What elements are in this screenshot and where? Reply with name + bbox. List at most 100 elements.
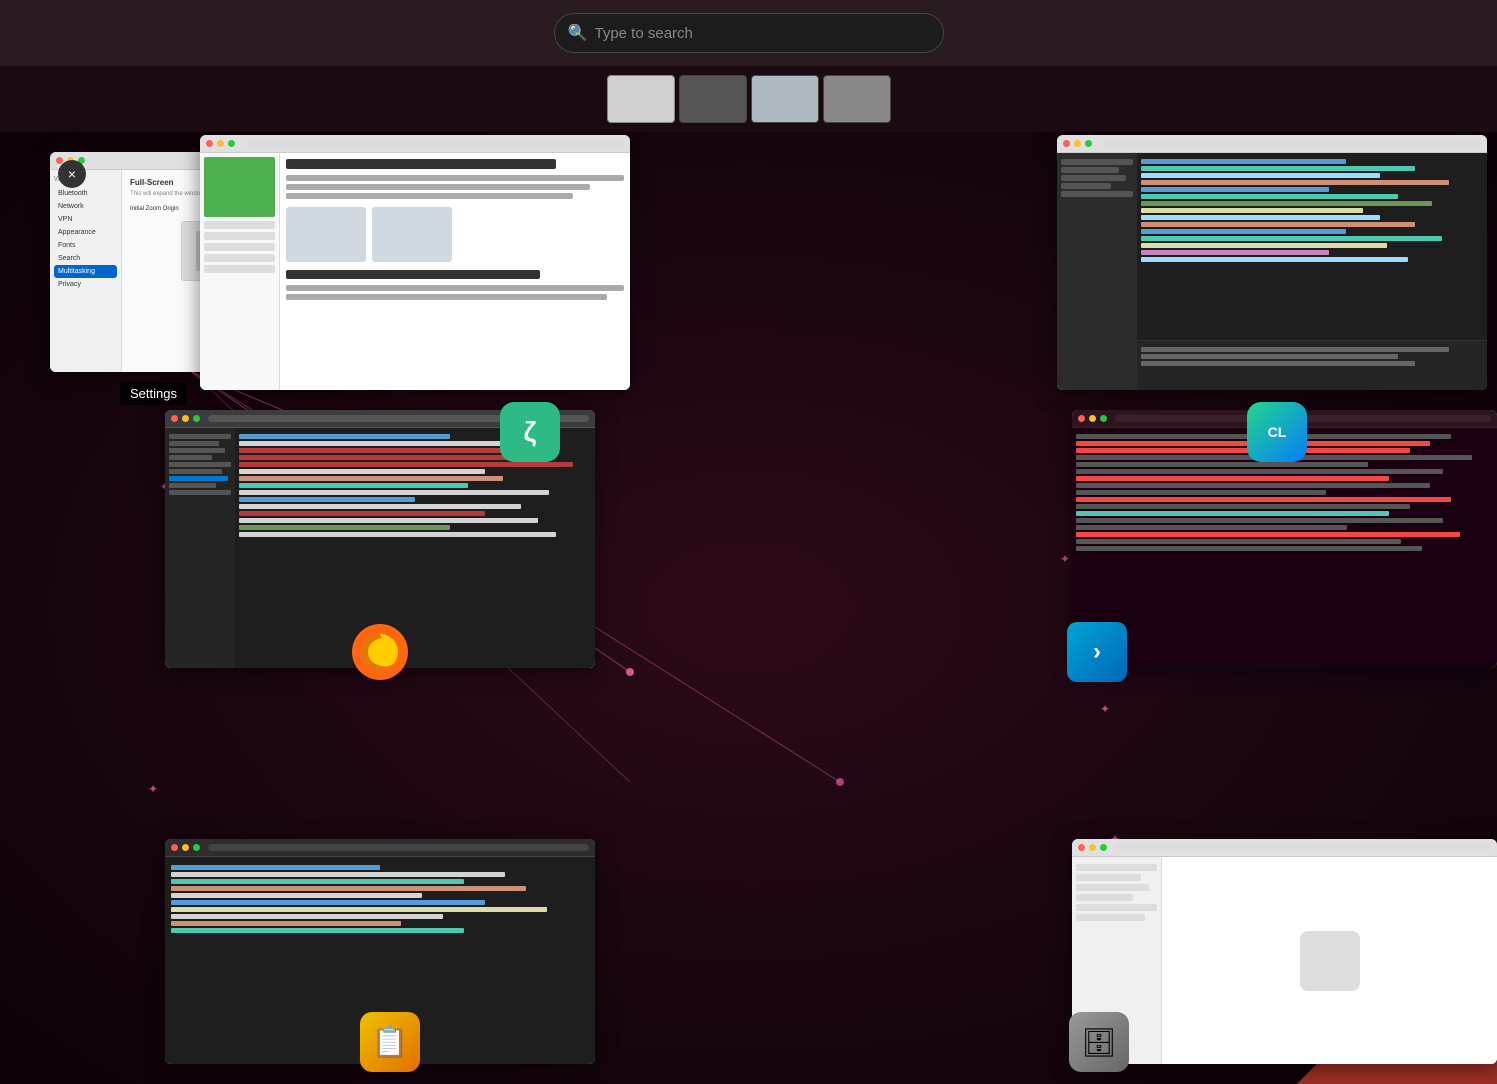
browser1-image-2 — [372, 207, 452, 262]
cbl-line-3 — [171, 879, 464, 884]
file-sidebar-item-3 — [1076, 884, 1149, 891]
notes-app-icon[interactable]: 📋 — [360, 1012, 420, 1072]
file-sidebar-item-6 — [1076, 914, 1145, 921]
code-editor-maximize-dot — [1085, 140, 1092, 147]
firefox-icon — [350, 622, 410, 682]
vscode-code-error-2 — [239, 455, 538, 460]
settings-item-search[interactable]: Search — [54, 252, 117, 265]
files-app-icon[interactable]: 🗄 — [1069, 1012, 1129, 1072]
vscode-code-1 — [239, 434, 450, 439]
browser-window-workspaces[interactable] — [200, 135, 630, 390]
settings-item-privacy[interactable]: Privacy — [54, 278, 117, 291]
cbl-line-1 — [171, 865, 380, 870]
cbl-line-8 — [171, 914, 443, 919]
term-line-7 — [1076, 504, 1410, 509]
settings-item-multitasking[interactable]: Multitasking — [54, 265, 117, 278]
workspace-thumb-2[interactable] — [679, 75, 747, 123]
browser1-content — [280, 153, 630, 390]
clion-icon-text: CL — [1268, 424, 1287, 440]
filetree-item-5 — [1061, 191, 1133, 197]
files-icon: 🗄 — [1081, 1026, 1117, 1059]
vscode-file-3 — [169, 448, 225, 453]
debug-line-2 — [1141, 354, 1398, 359]
vscode-code-5 — [239, 476, 503, 481]
file-manager-header — [1072, 839, 1497, 857]
browser1-content-line-2 — [286, 184, 590, 190]
settings-item-appearance[interactable]: Appearance — [54, 226, 117, 239]
debug-line-1 — [1141, 347, 1449, 352]
vscode-code-10 — [239, 511, 485, 516]
settings-item-bluetooth[interactable]: Bluetooth — [54, 187, 117, 200]
browser1-images-row — [286, 207, 624, 262]
file-minimize-dot — [1089, 844, 1096, 851]
terminal-close-dot — [1078, 415, 1085, 422]
filetree-item-4 — [1061, 183, 1111, 189]
file-close-dot — [1078, 844, 1085, 851]
term-line-5 — [1076, 483, 1430, 488]
file-manager-window[interactable] — [1072, 839, 1497, 1064]
vscode-file-list — [165, 428, 235, 501]
code-line-5 — [1141, 187, 1329, 192]
terminal-body — [1072, 428, 1497, 668]
cbl-line-10 — [171, 928, 464, 933]
browser1-address-bar[interactable] — [245, 140, 624, 148]
browser1-nav-item-1 — [204, 221, 275, 229]
term-line-10 — [1076, 539, 1401, 544]
filetree-item-3 — [1061, 175, 1126, 181]
browser-window-1-header — [200, 135, 630, 153]
clion-app-icon[interactable]: CL — [1247, 402, 1307, 462]
workspace-thumb-4[interactable] — [823, 75, 891, 123]
code-editor-filetree — [1057, 153, 1137, 390]
settings-item-fonts[interactable]: Fonts — [54, 239, 117, 252]
browser1-content-line-4 — [286, 285, 624, 291]
vscode-code-7 — [239, 490, 549, 495]
code-bottom-left-header — [165, 839, 595, 857]
vscode-close-dot — [171, 415, 178, 422]
vscode-file-explorer — [165, 428, 235, 668]
settings-item-vpn[interactable]: VPN — [54, 213, 117, 226]
cbl-line-4 — [171, 886, 526, 891]
term-error-line-5 — [1076, 532, 1460, 537]
code-line-15 — [1141, 257, 1408, 262]
search-input[interactable] — [554, 13, 944, 53]
powershell-app-icon[interactable]: › — [1067, 622, 1127, 682]
term-line-9 — [1076, 525, 1347, 530]
zeta-icon-letter: ζ — [524, 416, 537, 448]
settings-item-network[interactable]: Network — [54, 200, 117, 213]
vscode-code-13 — [239, 532, 556, 537]
browser1-close-dot — [206, 140, 213, 147]
browser1-maximize-dot — [228, 140, 235, 147]
sparkle-8: ✦ — [148, 782, 158, 796]
vscode-code-2 — [239, 441, 521, 446]
search-icon: 🔍 — [568, 23, 588, 43]
code-line-14 — [1141, 250, 1329, 255]
firefox-app-icon[interactable] — [350, 622, 410, 682]
code-editor-window[interactable] — [1057, 135, 1487, 390]
vscode-code-8 — [239, 497, 415, 502]
code-line-6 — [1141, 194, 1398, 199]
filetree-item-1 — [1061, 159, 1133, 165]
term-error-line-2 — [1076, 448, 1410, 453]
file-sidebar-item-5 — [1076, 904, 1157, 911]
code-editor-header — [1057, 135, 1487, 153]
top-bar: 🔍 — [0, 0, 1497, 66]
cbl-line-9 — [171, 921, 401, 926]
file-sidebar-item-1 — [1076, 864, 1157, 871]
zeta-app-icon[interactable]: ζ — [500, 402, 560, 462]
code-line-8 — [1141, 208, 1363, 213]
vscode-file-2 — [169, 441, 219, 446]
file-maximize-dot — [1100, 844, 1107, 851]
code-line-13 — [1141, 243, 1387, 248]
browser1-nav-item-5 — [204, 265, 275, 273]
file-manager-body — [1072, 857, 1497, 1064]
code-line-2 — [1141, 166, 1415, 171]
terminal-minimize-dot — [1089, 415, 1096, 422]
vscode-code-11 — [239, 518, 538, 523]
workspace-thumb-1[interactable] — [607, 75, 675, 123]
vscode-file-active — [169, 476, 228, 481]
term-line-8 — [1076, 518, 1443, 523]
workspace-thumb-3[interactable] — [751, 75, 819, 123]
close-button[interactable]: × — [58, 160, 86, 188]
browser1-nav-item-2 — [204, 232, 275, 240]
term-error-line-3 — [1076, 476, 1389, 481]
